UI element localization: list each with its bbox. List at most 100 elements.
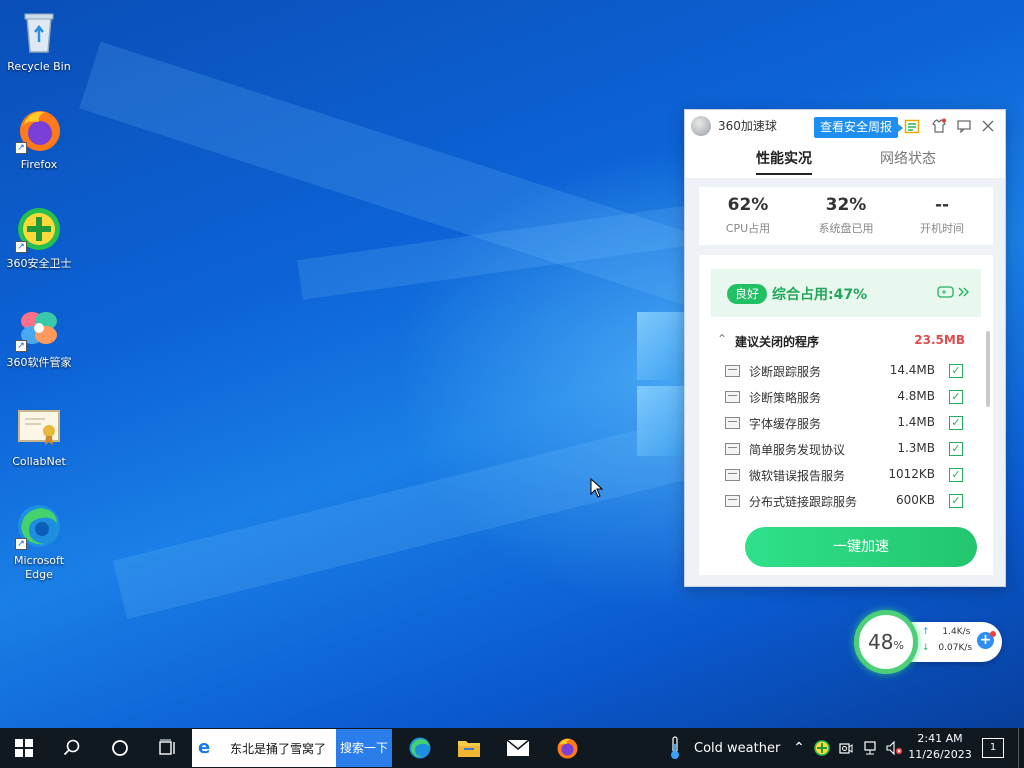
search-input[interactable]: 东北是捅了雪窝了 — [230, 740, 326, 757]
desktop-icon-360-software[interactable]: ↗ 360软件管家 — [0, 304, 78, 370]
taskbar-clock[interactable]: 2:41 AM 11/26/2023 — [906, 731, 974, 763]
task-view-icon[interactable] — [144, 728, 192, 768]
tab-performance[interactable]: 性能实况 — [756, 148, 812, 175]
desktop-icon-label: Recycle Bin — [7, 60, 71, 73]
process-name: 字体缓存服务 — [749, 417, 822, 431]
desktop-icon-collabnet[interactable]: CollabNet — [0, 403, 78, 469]
desktop-icon-label: CollabNet — [12, 455, 66, 468]
desktop-icon-recycle-bin[interactable]: Recycle Bin — [0, 8, 78, 74]
overall-usage-text: 综合占用:47% — [772, 287, 868, 303]
chevron-up-icon[interactable]: ⌃ — [789, 728, 809, 768]
process-size: 14.4MB — [889, 363, 935, 377]
clock-date: 11/26/2023 — [908, 748, 972, 761]
weather-label[interactable]: Cold weather — [694, 741, 780, 756]
volume-muted-icon[interactable] — [884, 728, 904, 768]
edge-icon: ↗ — [15, 502, 63, 550]
upload-speed-value: 1.4K/s — [942, 627, 971, 637]
process-size: 1012KB — [888, 467, 935, 481]
one-click-boost-button[interactable]: 一键加速 — [745, 527, 977, 567]
stat-value: 62% — [727, 195, 769, 215]
process-size: 1.4MB — [897, 415, 935, 429]
process-checkbox[interactable]: ✓ — [949, 494, 963, 508]
gamepad-icon[interactable] — [937, 284, 971, 304]
process-checkbox[interactable]: ✓ — [949, 442, 963, 456]
search-icon[interactable] — [48, 728, 96, 768]
process-list-scrollbar[interactable] — [986, 331, 990, 407]
ie-logo-icon: e — [198, 737, 211, 758]
desktop-icon-edge[interactable]: ↗ Microsoft Edge — [0, 502, 78, 582]
desktop-icon-label: Microsoft Edge — [13, 554, 65, 581]
shortcut-arrow-icon: ↗ — [15, 340, 27, 352]
app-name: 360加速球 — [718, 119, 777, 133]
download-arrow-icon: ↓ — [922, 643, 930, 653]
stats-card: 62% CPU占用 32% 系统盘已用 -- 开机时间 — [699, 187, 993, 245]
recycle-bin-icon — [15, 8, 63, 56]
app-avatar — [691, 116, 711, 136]
shortcut-arrow-icon: ↗ — [15, 142, 27, 154]
camera-tray-icon[interactable] — [836, 728, 856, 768]
shortcut-arrow-icon: ↗ — [15, 538, 27, 550]
speed-ball[interactable]: 48% — [854, 610, 918, 674]
stat-value: -- — [934, 195, 950, 215]
security-report-button[interactable]: 查看安全周报 — [814, 117, 904, 138]
calendar-icon[interactable] — [904, 118, 920, 134]
feedback-icon[interactable] — [956, 118, 972, 134]
desktop-icon-label: 360安全卫士 — [6, 257, 72, 270]
stat-label: 开机时间 — [920, 222, 964, 235]
service-icon — [725, 443, 740, 455]
process-checkbox[interactable]: ✓ — [949, 390, 963, 404]
upload-speed: ↑ 1.4K/s — [922, 627, 970, 637]
notification-center-icon[interactable]: 1 — [982, 738, 1004, 758]
stat-system-disk: 32% 系统盘已用 — [797, 195, 895, 236]
360-tray-icon[interactable] — [812, 728, 832, 768]
service-icon — [725, 417, 740, 429]
desktop-icon-firefox[interactable]: ↗ Firefox — [0, 106, 78, 172]
panel-header: 360加速球 查看安全周报 性能实况 网络状态 — [685, 110, 1005, 178]
status-badge: 良好 — [727, 284, 768, 304]
weather-thermometer-icon[interactable] — [655, 728, 695, 768]
process-size: 600KB — [895, 493, 935, 507]
stat-boot-time: -- 开机时间 — [893, 195, 991, 236]
process-row[interactable]: 简单服务发现协议 1.3MB ✓ — [725, 440, 963, 458]
memory-percent: 48 — [868, 630, 894, 654]
optimization-card: 良好 综合占用:47% ⌃ 建议关闭的程序 23.5MB 诊断跟踪服务 14.4… — [699, 255, 993, 575]
shortcut-arrow-icon: ↗ — [15, 241, 27, 253]
chevron-up-icon[interactable]: ⌃ — [717, 332, 727, 346]
file-explorer-icon[interactable] — [445, 728, 493, 768]
start-button[interactable] — [0, 728, 48, 768]
service-icon — [725, 391, 740, 403]
mouse-cursor-icon — [590, 477, 604, 502]
process-name: 诊断跟踪服务 — [749, 365, 822, 379]
process-checkbox[interactable]: ✓ — [949, 364, 963, 378]
process-name: 简单服务发现协议 — [749, 443, 846, 457]
search-submit-button[interactable]: 搜索一下 — [336, 729, 392, 767]
speed-ball-panel: 360加速球 查看安全周报 性能实况 网络状态 62% CPU占用 32% 系统… — [684, 109, 1006, 587]
show-desktop-button[interactable] — [1018, 728, 1024, 768]
process-row[interactable]: 字体缓存服务 1.4MB ✓ — [725, 414, 963, 432]
desktop-icon-360-security[interactable]: ↗ 360安全卫士 — [0, 205, 78, 271]
firefox-icon: ↗ — [15, 106, 63, 154]
skin-shirt-icon[interactable] — [931, 118, 947, 134]
process-row[interactable]: 微软错误报告服务 1012KB ✓ — [725, 466, 963, 484]
overall-usage-row[interactable]: 良好 综合占用:47% — [711, 269, 981, 317]
notification-dot — [990, 631, 996, 637]
close-icon[interactable] — [980, 118, 996, 134]
section-title: 建议关闭的程序 — [735, 335, 820, 349]
taskbar-search-box[interactable]: e 东北是捅了雪窝了 — [192, 729, 336, 767]
process-row[interactable]: 诊断策略服务 4.8MB ✓ — [725, 388, 963, 406]
tab-network[interactable]: 网络状态 — [880, 148, 936, 168]
mail-icon[interactable] — [494, 728, 542, 768]
process-row[interactable]: 诊断跟踪服务 14.4MB ✓ — [725, 362, 963, 380]
process-row[interactable]: 分布式链接跟踪服务 600KB ✓ — [725, 492, 963, 510]
stat-label: 系统盘已用 — [818, 222, 874, 235]
cortana-icon[interactable] — [96, 728, 144, 768]
process-checkbox[interactable]: ✓ — [949, 416, 963, 430]
certificate-icon — [15, 403, 63, 451]
stat-label: CPU占用 — [725, 222, 771, 235]
clock-time: 2:41 AM — [917, 732, 963, 745]
process-size: 1.3MB — [897, 441, 935, 455]
network-icon[interactable] — [860, 728, 880, 768]
taskbar-firefox-icon[interactable] — [543, 728, 591, 768]
process-checkbox[interactable]: ✓ — [949, 468, 963, 482]
taskbar-edge-icon[interactable] — [396, 728, 444, 768]
